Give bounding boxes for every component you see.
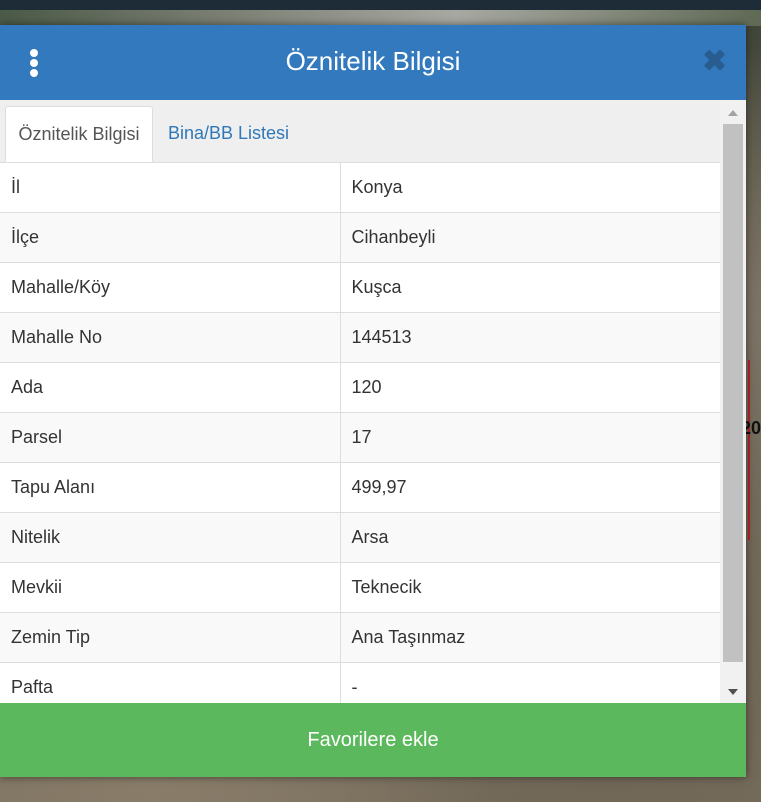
attribute-key: İlçe	[0, 212, 341, 263]
dialog-header: Öznitelik Bilgisi ✖	[0, 25, 746, 100]
scroll-up-arrow-icon[interactable]	[728, 110, 738, 116]
attribute-value: Arsa	[340, 512, 720, 563]
attribute-value: 499,97	[340, 462, 720, 513]
attribute-key: Tapu Alanı	[0, 462, 341, 513]
attribute-key: Pafta	[0, 662, 341, 703]
attribute-value: Kuşca	[340, 262, 720, 313]
tab-bina-bb-listesi[interactable]: Bina/BB Listesi	[168, 106, 328, 162]
attribute-value: 144513	[340, 312, 720, 363]
dialog-title: Öznitelik Bilgisi	[285, 46, 461, 76]
attribute-value: Teknecik	[340, 562, 720, 613]
vertical-scrollbar[interactable]	[720, 100, 746, 703]
map-top-bar	[0, 0, 761, 10]
attribute-value: 17	[340, 412, 720, 463]
table-row: Mevkii Teknecik	[0, 562, 720, 613]
attribute-value: Cihanbeyli	[340, 212, 720, 263]
close-icon[interactable]: ✖	[702, 47, 727, 77]
table-row: İl Konya	[0, 162, 720, 213]
table-row: Zemin Tip Ana Taşınmaz	[0, 612, 720, 663]
attribute-value: Konya	[340, 162, 720, 213]
table-row: Pafta -	[0, 662, 720, 703]
attribute-table: İl Konya İlçe Cihanbeyli Mahalle/Köy Kuş…	[0, 162, 720, 703]
table-row: Parsel 17	[0, 412, 720, 463]
scroll-down-arrow-icon[interactable]	[728, 689, 738, 695]
table-row: Mahalle No 144513	[0, 312, 720, 363]
attribute-key: Mahalle/Köy	[0, 262, 341, 313]
table-row: İlçe Cihanbeyli	[0, 212, 720, 263]
attribute-key: İl	[0, 162, 341, 213]
tab-bar: Öznitelik Bilgisi Bina/BB Listesi	[0, 100, 720, 163]
attribute-key: Parsel	[0, 412, 341, 463]
attribute-key: Zemin Tip	[0, 612, 341, 663]
attribute-key: Mahalle No	[0, 312, 341, 363]
tab-oznitelik-bilgisi[interactable]: Öznitelik Bilgisi	[5, 106, 153, 162]
attribute-key: Nitelik	[0, 512, 341, 563]
attribute-value: Ana Taşınmaz	[340, 612, 720, 663]
map-top-strip	[0, 10, 761, 26]
attribute-dialog: Öznitelik Bilgisi ✖ Öznitelik Bilgisi Bi…	[0, 25, 746, 777]
attribute-key: Mevkii	[0, 562, 341, 613]
dialog-body: Öznitelik Bilgisi Bina/BB Listesi İl Kon…	[0, 100, 746, 703]
table-row: Ada 120	[0, 362, 720, 413]
attribute-key: Ada	[0, 362, 341, 413]
add-to-favorites-button[interactable]: Favorilere ekle	[0, 703, 746, 777]
attribute-value: -	[340, 662, 720, 703]
scrollbar-thumb[interactable]	[723, 124, 743, 662]
table-row: Nitelik Arsa	[0, 512, 720, 563]
table-row: Tapu Alanı 499,97	[0, 462, 720, 513]
table-row: Mahalle/Köy Kuşca	[0, 262, 720, 313]
parcel-boundary	[748, 360, 761, 540]
attribute-value: 120	[340, 362, 720, 413]
